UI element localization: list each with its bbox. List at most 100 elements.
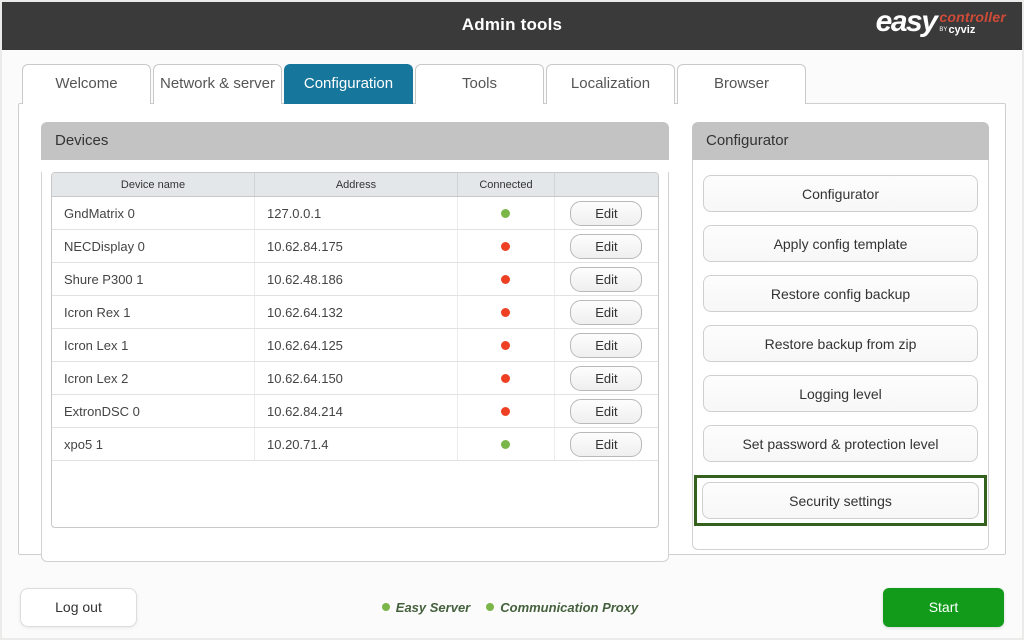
connected-cell	[458, 197, 555, 229]
column-device-name: Device name	[52, 173, 255, 196]
device-address: 127.0.0.1	[255, 197, 458, 229]
start-button[interactable]: Start	[883, 588, 1004, 627]
connected-cell	[458, 296, 555, 328]
restore-backup-from-zip-button[interactable]: Restore backup from zip	[703, 325, 978, 362]
edit-button[interactable]: Edit	[570, 234, 642, 259]
connected-dot	[501, 374, 510, 383]
device-address: 10.62.64.150	[255, 362, 458, 394]
table-row: Shure P300 110.62.48.186 Edit	[52, 263, 658, 296]
configurator-panel-body: Configurator Apply config template Restore…	[692, 160, 989, 550]
device-name: Icron Lex 1	[52, 329, 255, 361]
edit-button[interactable]: Edit	[570, 267, 642, 292]
connected-cell	[458, 362, 555, 394]
configurator-panel: Configurator Configurator Apply config te…	[692, 122, 989, 550]
connected-dot	[501, 440, 510, 449]
status-label: Easy Server	[396, 600, 470, 615]
device-address: 10.62.84.214	[255, 395, 458, 427]
status-label: Communication Proxy	[500, 600, 638, 615]
logging-level-button[interactable]: Logging level	[703, 375, 978, 412]
security-settings-button[interactable]: Security settings	[702, 482, 979, 519]
device-address: 10.62.48.186	[255, 263, 458, 295]
admin-tools-window: Admin tools easy controller bycyviz Welc…	[0, 0, 1024, 640]
table-row: NECDisplay 010.62.84.175 Edit	[52, 230, 658, 263]
status-dot	[486, 603, 494, 611]
connected-cell	[458, 230, 555, 262]
tab-welcome[interactable]: Welcome	[22, 64, 151, 104]
device-address: 10.62.64.132	[255, 296, 458, 328]
column-address: Address	[255, 173, 458, 196]
configurator-panel-title: Configurator	[692, 122, 989, 160]
column-actions	[555, 173, 658, 196]
column-connected: Connected	[458, 173, 555, 196]
edit-button[interactable]: Edit	[570, 432, 642, 457]
device-name: ExtronDSC 0	[52, 395, 255, 427]
table-row: ExtronDSC 010.62.84.214 Edit	[52, 395, 658, 428]
brand-logo: easy controller bycyviz	[876, 7, 1006, 37]
device-name: NECDisplay 0	[52, 230, 255, 262]
logo-easy-text: easy	[876, 7, 937, 37]
configurator-buttons: Configurator Apply config template Restore…	[693, 160, 988, 526]
table-row: xpo5 110.20.71.4Edit	[52, 428, 658, 461]
table-row: Icron Lex 110.62.64.125 Edit	[52, 329, 658, 362]
tab-tools[interactable]: Tools	[415, 64, 544, 104]
edit-cell: Edit	[555, 230, 658, 262]
status-dot	[382, 603, 390, 611]
edit-button[interactable]: Edit	[570, 201, 642, 226]
device-name: xpo5 1	[52, 428, 255, 460]
device-address: 10.62.64.125	[255, 329, 458, 361]
set-password-protection-level-button[interactable]: Set password & protection level	[703, 425, 978, 462]
edit-cell: Edit	[555, 428, 658, 460]
devices-panel-body: Device name Address Connected GndMatrix …	[41, 172, 669, 562]
devices-panel: Devices Device name Address Connected Gn…	[41, 122, 669, 550]
device-table-body: GndMatrix 0127.0.0.1EditNECDisplay 010.6…	[52, 197, 658, 461]
device-name: Shure P300 1	[52, 263, 255, 295]
table-row: Icron Lex 210.62.64.150 Edit	[52, 362, 658, 395]
tab-configuration[interactable]: Configuration	[284, 64, 413, 104]
apply-config-template-button[interactable]: Apply config template	[703, 225, 978, 262]
content-frame: Devices Device name Address Connected Gn…	[18, 103, 1006, 555]
edit-button[interactable]: Edit	[570, 399, 642, 424]
connected-cell	[458, 263, 555, 295]
devices-panel-title: Devices	[41, 122, 669, 160]
tab-network-server[interactable]: Network & server	[153, 64, 282, 104]
app-header: Admin tools easy controller bycyviz	[0, 0, 1024, 50]
status-item: Communication Proxy	[486, 600, 638, 615]
table-header-row: Device name Address Connected	[52, 173, 658, 197]
connected-dot	[501, 275, 510, 284]
device-table: Device name Address Connected GndMatrix …	[51, 172, 659, 528]
tab-browser[interactable]: Browser	[677, 64, 806, 104]
connected-dot	[501, 209, 510, 218]
restore-config-backup-button[interactable]: Restore config backup	[703, 275, 978, 312]
device-name: Icron Lex 2	[52, 362, 255, 394]
connected-cell	[458, 428, 555, 460]
device-name: GndMatrix 0	[52, 197, 255, 229]
edit-cell: Edit	[555, 362, 658, 394]
status-item: Easy Server	[382, 600, 470, 615]
edit-cell: Edit	[555, 329, 658, 361]
configurator-button[interactable]: Configurator	[703, 175, 978, 212]
connected-cell	[458, 395, 555, 427]
log-out-button[interactable]: Log out	[20, 588, 137, 627]
tab-localization[interactable]: Localization	[546, 64, 675, 104]
edit-cell: Edit	[555, 395, 658, 427]
device-address: 10.62.84.175	[255, 230, 458, 262]
device-name: Icron Rex 1	[52, 296, 255, 328]
highlight-box: Security settings	[694, 475, 987, 526]
footer-bar: Log out Easy Server Communication Proxy S…	[2, 576, 1022, 638]
tab-bar: WelcomeNetwork & serverConfigurationTool…	[22, 64, 1022, 104]
page-title: Admin tools	[462, 15, 562, 35]
connected-dot	[501, 308, 510, 317]
table-row: Icron Rex 110.62.64.132 Edit	[52, 296, 658, 329]
logo-controller-text: controller	[939, 10, 1006, 24]
server-status-group: Easy Server Communication Proxy	[382, 600, 638, 615]
connected-cell	[458, 329, 555, 361]
table-row: GndMatrix 0127.0.0.1 Edit	[52, 197, 658, 230]
edit-cell: Edit	[555, 263, 658, 295]
edit-button[interactable]: Edit	[570, 366, 642, 391]
edit-cell: Edit	[555, 197, 658, 229]
connected-dot	[501, 341, 510, 350]
edit-button[interactable]: Edit	[570, 300, 642, 325]
edit-button[interactable]: Edit	[570, 333, 642, 358]
logo-byline: bycyviz	[939, 25, 1006, 36]
edit-cell: Edit	[555, 296, 658, 328]
